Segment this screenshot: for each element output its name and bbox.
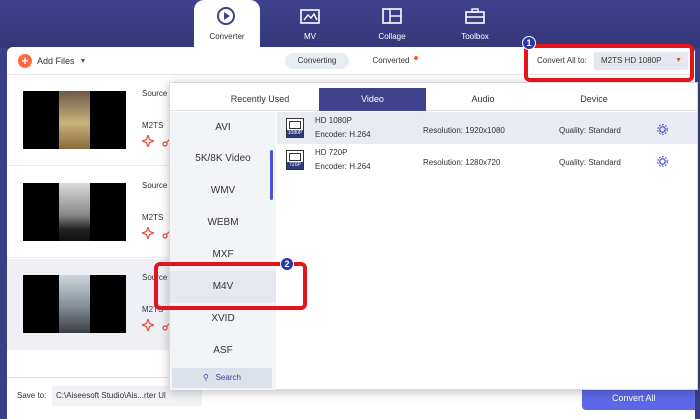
step-badge-1: 1 <box>522 36 536 50</box>
enhance-icon[interactable] <box>140 317 156 333</box>
search-icon: ⚲ <box>203 373 209 382</box>
add-files-label: Add Files <box>37 56 75 66</box>
step-badge-2: 2 <box>280 257 294 271</box>
plus-icon: + <box>18 54 32 68</box>
file-format: M2TS <box>142 121 164 130</box>
preset-item[interactable]: 1080P HD 1080P Encoder: H.264 Resolution… <box>277 112 697 144</box>
preset-item[interactable]: 720P HD 720P Encoder: H.264 Resolution: … <box>277 144 697 176</box>
enhance-icon[interactable] <box>140 225 156 241</box>
video-format-icon: 1080P <box>286 118 304 138</box>
category-webm[interactable]: WEBM <box>170 207 276 239</box>
nav-mv-label: MV <box>304 32 316 41</box>
resolution-badge: 1080P <box>287 130 303 137</box>
film-frame-icon <box>289 153 301 161</box>
preset-encoder: Encoder: H.264 <box>315 162 371 171</box>
video-thumbnail <box>23 275 126 333</box>
nav-toolbox[interactable]: Toolbox <box>443 0 507 48</box>
category-scrollbar[interactable] <box>270 150 273 200</box>
save-to-label: Save to: <box>17 391 47 400</box>
notification-dot <box>414 56 418 60</box>
enhance-icon[interactable] <box>140 133 156 149</box>
preset-name: HD 720P <box>315 148 348 157</box>
tab-device[interactable]: Device <box>544 88 644 111</box>
tab-recently-used[interactable]: Recently Used <box>210 88 310 111</box>
format-popup: Recently Used Video Audio Device AVI 5K/… <box>169 82 698 390</box>
chevron-down-icon[interactable]: ▼ <box>80 58 87 65</box>
search-button[interactable]: ⚲ Search <box>172 368 272 388</box>
nav-collage-label: Collage <box>378 32 406 41</box>
status-tabs: Converting Converted <box>285 53 429 69</box>
converter-icon <box>217 7 235 25</box>
toolbox-icon <box>465 8 485 24</box>
category-avi[interactable]: AVI <box>170 112 276 144</box>
thumbnail-frame <box>59 183 90 241</box>
nav-converter-label: Converter <box>209 32 245 41</box>
preset-encoder: Encoder: H.264 <box>315 130 371 139</box>
category-asf[interactable]: ASF <box>170 335 276 367</box>
resolution-badge: 720P <box>287 162 303 169</box>
tab-converted-label: Converted <box>372 56 410 65</box>
gear-icon[interactable] <box>657 156 668 167</box>
nav-collage[interactable]: Collage <box>360 0 424 48</box>
preset-name: HD 1080P <box>315 116 352 125</box>
tab-audio[interactable]: Audio <box>433 88 533 111</box>
tab-converted[interactable]: Converted <box>359 53 423 69</box>
category-wmv[interactable]: WMV <box>170 175 276 207</box>
video-format-icon: 720P <box>286 150 304 170</box>
thumbnail-frame <box>59 275 90 333</box>
add-files-button[interactable]: + Add Files ▼ <box>18 53 86 69</box>
thumbnail-frame <box>59 91 90 149</box>
file-source-label: Source <box>142 89 168 98</box>
file-source-label: Source <box>142 181 168 190</box>
collage-icon <box>382 8 402 24</box>
gear-icon[interactable] <box>657 124 668 135</box>
highlight-convert-all <box>524 44 694 82</box>
nav-converter[interactable]: Converter <box>194 0 260 48</box>
preset-resolution: Resolution: 1280x720 <box>423 158 501 167</box>
nav-toolbox-label: Toolbox <box>461 32 489 41</box>
video-thumbnail <box>23 91 126 149</box>
preset-resolution: Resolution: 1920x1080 <box>423 126 505 135</box>
preset-quality: Quality: Standard <box>559 126 621 135</box>
format-tabs: Recently Used Video Audio Device <box>170 83 697 111</box>
format-category-list: AVI 5K/8K Video WMV WEBM MXF M4V XVID AS… <box>170 112 276 390</box>
preset-quality: Quality: Standard <box>559 158 621 167</box>
file-format: M2TS <box>142 213 164 222</box>
film-frame-icon <box>289 121 301 129</box>
category-5k8k-video[interactable]: 5K/8K Video <box>170 143 276 175</box>
nav-mv[interactable]: MV <box>278 0 342 48</box>
tab-converting[interactable]: Converting <box>285 53 349 69</box>
top-nav: Converter MV Collage Toolbox <box>0 0 700 48</box>
video-thumbnail <box>23 183 126 241</box>
search-label: Search <box>215 373 241 382</box>
mv-icon <box>300 9 320 24</box>
tab-video[interactable]: Video <box>319 88 426 111</box>
